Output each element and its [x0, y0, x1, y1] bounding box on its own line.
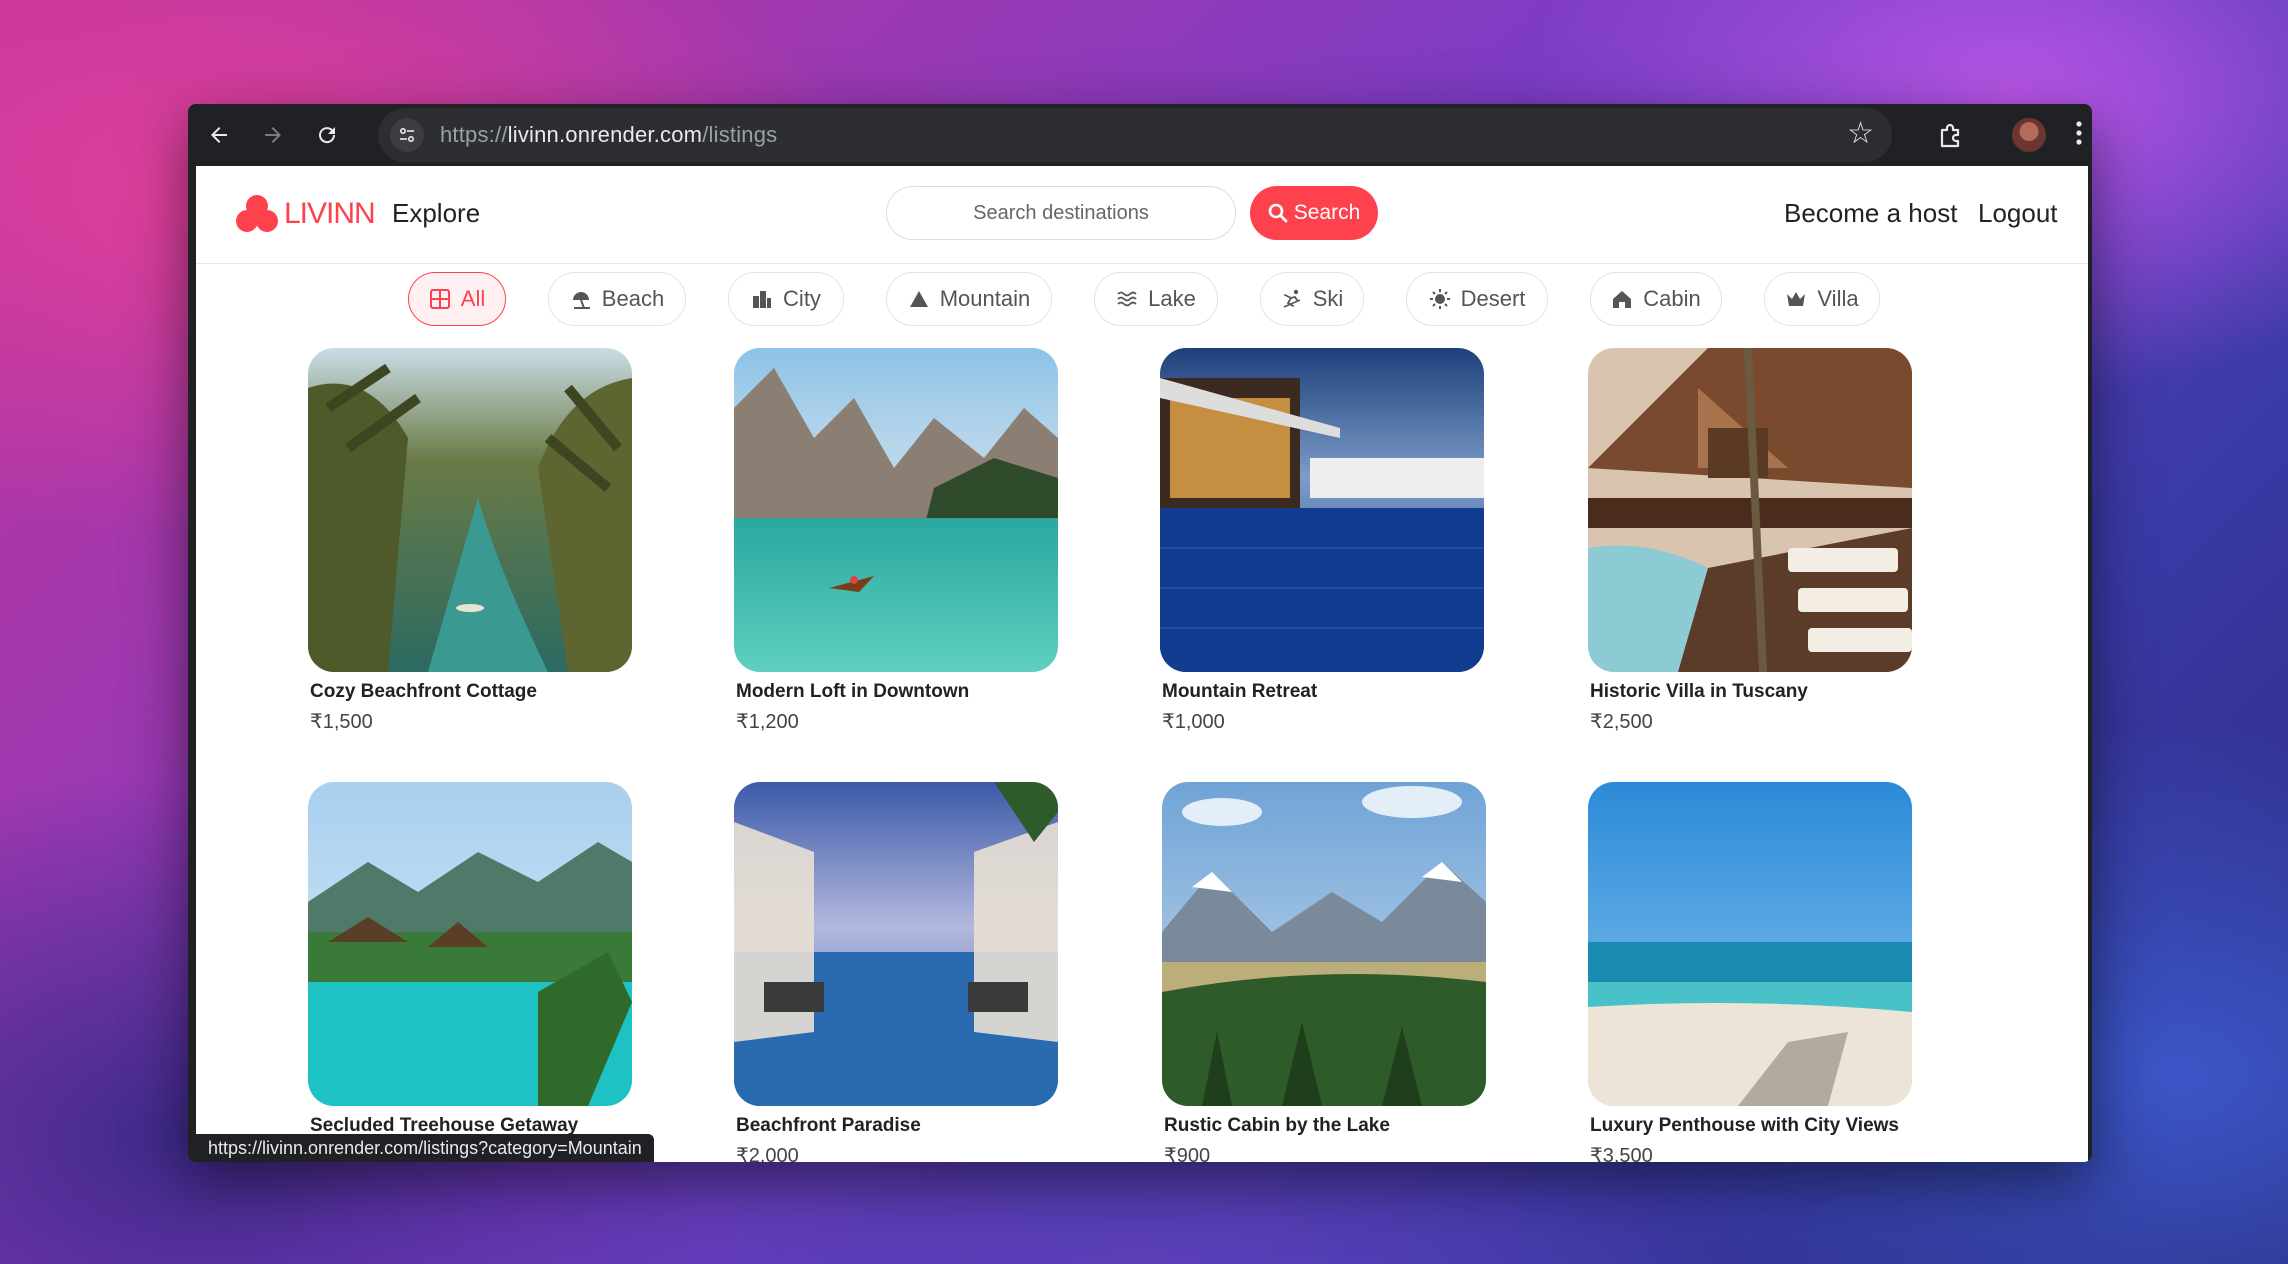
- filter-label: Cabin: [1643, 286, 1701, 311]
- listing-price: ₹1,000: [1162, 711, 1225, 733]
- listing-price: ₹2,500: [1590, 711, 1653, 733]
- filter-all[interactable]: All: [408, 272, 506, 326]
- mountain-icon: [909, 291, 928, 307]
- listing-image[interactable]: [308, 348, 632, 672]
- listing-image[interactable]: [734, 348, 1058, 672]
- listing-card[interactable]: Rustic Cabin by the Lake ₹900: [1162, 782, 1486, 1162]
- skier-icon: [1283, 289, 1301, 308]
- listing-price: ₹900: [1164, 1145, 1211, 1162]
- listing-image[interactable]: [734, 782, 1058, 1106]
- city-icon: [753, 291, 772, 308]
- search-button-label: Search: [1293, 201, 1361, 224]
- listing-price: ₹1,500: [310, 711, 373, 733]
- forward-arrow-icon[interactable]: [256, 118, 290, 152]
- crown-icon: [1787, 292, 1806, 306]
- explore-link[interactable]: Explore: [392, 198, 480, 229]
- listing-card[interactable]: Cozy Beachfront Cottage ₹1,500: [308, 348, 632, 733]
- url-host: livinn.onrender.com: [507, 122, 703, 147]
- house-icon: [1613, 291, 1632, 308]
- filter-cabin[interactable]: Cabin: [1590, 272, 1722, 326]
- star-icon[interactable]: ☆: [1847, 116, 1874, 151]
- listing-image[interactable]: [1160, 348, 1484, 672]
- listing-title[interactable]: Modern Loft in Downtown: [736, 681, 969, 703]
- filter-beach[interactable]: Beach: [548, 272, 686, 326]
- url-text: https://livinn.onrender.com/listings: [440, 122, 777, 148]
- filter-city[interactable]: City: [728, 272, 844, 326]
- listing-title[interactable]: Luxury Penthouse with City Views: [1590, 1115, 1899, 1137]
- listing-card[interactable]: Mountain Retreat ₹1,000: [1160, 348, 1484, 733]
- extensions-icon[interactable]: [1934, 118, 1968, 152]
- reload-icon[interactable]: [310, 118, 344, 152]
- listing-card[interactable]: Beachfront Paradise ₹2,000: [734, 782, 1058, 1162]
- url-prefix: https://: [440, 122, 508, 147]
- listing-image[interactable]: [1588, 782, 1912, 1106]
- listing-title[interactable]: Beachfront Paradise: [736, 1115, 921, 1137]
- filter-label: City: [783, 286, 821, 311]
- brand-name: LIVINN: [284, 197, 376, 230]
- umbrella-icon: [572, 292, 590, 309]
- filter-label: Ski: [1312, 286, 1344, 311]
- search-icon: [1268, 203, 1288, 223]
- filter-label: Desert: [1460, 286, 1526, 311]
- listing-price: ₹1,200: [736, 711, 799, 733]
- listing-image[interactable]: [1588, 348, 1912, 672]
- sun-icon: [1429, 289, 1450, 309]
- browser-window: https://livinn.onrender.com/listings ☆ L…: [188, 104, 2092, 1162]
- listing-price: ₹2,000: [736, 1145, 799, 1162]
- logout-link[interactable]: Logout: [1978, 198, 2058, 229]
- brand-logo[interactable]: LIVINN: [236, 194, 376, 234]
- address-bar[interactable]: https://livinn.onrender.com/listings ☆: [378, 108, 1892, 162]
- filter-label: All: [460, 286, 486, 311]
- listing-title[interactable]: Mountain Retreat: [1162, 681, 1317, 703]
- filter-ski[interactable]: Ski: [1260, 272, 1364, 326]
- grid-icon: [429, 289, 450, 309]
- listing-card[interactable]: Luxury Penthouse with City Views ₹3,500: [1588, 782, 1912, 1162]
- filter-mountain[interactable]: Mountain: [886, 272, 1052, 326]
- brand-logo-icon: [236, 195, 278, 232]
- filter-villa[interactable]: Villa: [1764, 272, 1880, 326]
- listing-card[interactable]: Modern Loft in Downtown ₹1,200: [734, 348, 1058, 733]
- link-status-bar: https://livinn.onrender.com/listings?cat…: [196, 1134, 654, 1162]
- water-icon: [1117, 291, 1137, 307]
- listing-title[interactable]: Cozy Beachfront Cottage: [310, 681, 537, 703]
- browser-toolbar: https://livinn.onrender.com/listings ☆: [188, 104, 2092, 166]
- site-header: LIVINN Explore Search Become a host Logo…: [196, 166, 2088, 264]
- listing-title[interactable]: Historic Villa in Tuscany: [1590, 681, 1808, 703]
- filter-label: Lake: [1148, 286, 1196, 311]
- more-menu-icon[interactable]: [2074, 116, 2084, 150]
- search-button[interactable]: Search: [1250, 186, 1378, 240]
- listing-card[interactable]: Secluded Treehouse Getaway: [308, 782, 632, 1136]
- filter-label: Mountain: [939, 286, 1031, 311]
- profile-avatar[interactable]: [2012, 118, 2046, 152]
- listing-title[interactable]: Rustic Cabin by the Lake: [1164, 1115, 1390, 1137]
- search-input[interactable]: [886, 186, 1236, 240]
- filter-lake[interactable]: Lake: [1094, 272, 1218, 326]
- filter-desert[interactable]: Desert: [1406, 272, 1548, 326]
- site-info-icon[interactable]: [390, 118, 424, 152]
- url-path: /listings: [702, 122, 778, 147]
- listing-image[interactable]: [308, 782, 632, 1106]
- back-arrow-icon[interactable]: [202, 118, 236, 152]
- listing-price: ₹3,500: [1590, 1145, 1653, 1162]
- listing-card[interactable]: Historic Villa in Tuscany ₹2,500: [1588, 348, 1912, 733]
- filter-label: Beach: [601, 286, 665, 311]
- become-host-link[interactable]: Become a host: [1784, 198, 1957, 229]
- category-filters: All Beach City Mountain Lake Ski Desert …: [196, 272, 2088, 332]
- listing-image[interactable]: [1162, 782, 1486, 1106]
- web-page: LIVINN Explore Search Become a host Logo…: [196, 166, 2088, 1162]
- filter-label: Villa: [1817, 286, 1859, 311]
